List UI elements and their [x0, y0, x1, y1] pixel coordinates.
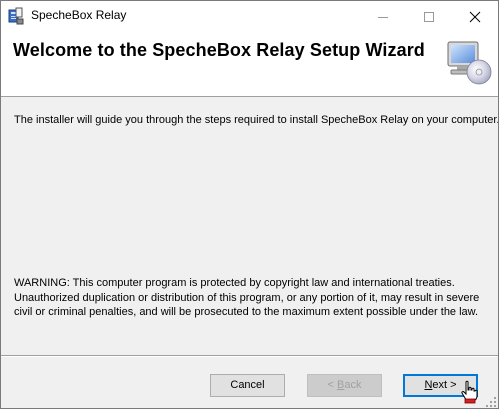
close-icon — [469, 11, 481, 23]
resize-grip-icon[interactable] — [485, 396, 497, 408]
installer-app-icon — [8, 7, 24, 25]
back-button-label: ack — [344, 379, 362, 391]
back-button[interactable]: < Back — [307, 374, 382, 397]
copyright-warning: WARNING: This computer program is protec… — [14, 277, 480, 318]
computer-with-cd-icon — [447, 41, 492, 85]
window-title: SpecheBox Relay — [31, 8, 127, 22]
back-button-prefix: < — [327, 379, 337, 391]
maximize-button[interactable] — [406, 1, 452, 31]
next-button-label: ext > — [432, 379, 457, 391]
minimize-button[interactable] — [360, 1, 406, 31]
hand-pointer-icon — [461, 380, 478, 404]
wizard-header-banner: Welcome to the SpecheBox Relay Setup Wiz… — [1, 31, 498, 97]
wizard-content: The installer will guide you through the… — [1, 97, 498, 355]
wizard-title: Welcome to the SpecheBox Relay Setup Wiz… — [13, 40, 425, 60]
cancel-button[interactable]: Cancel — [210, 374, 285, 397]
setup-wizard-window: SpecheBox Relay Welcome to the SpecheBox… — [0, 0, 499, 409]
button-bar: Cancel < Back Next > — [1, 355, 498, 408]
minimize-icon — [378, 17, 388, 18]
intro-text: The installer will guide you through the… — [14, 114, 499, 126]
maximize-icon — [424, 12, 434, 22]
footer-divider — [1, 355, 498, 357]
title-bar[interactable]: SpecheBox Relay — [1, 1, 498, 31]
close-button[interactable] — [452, 1, 498, 31]
